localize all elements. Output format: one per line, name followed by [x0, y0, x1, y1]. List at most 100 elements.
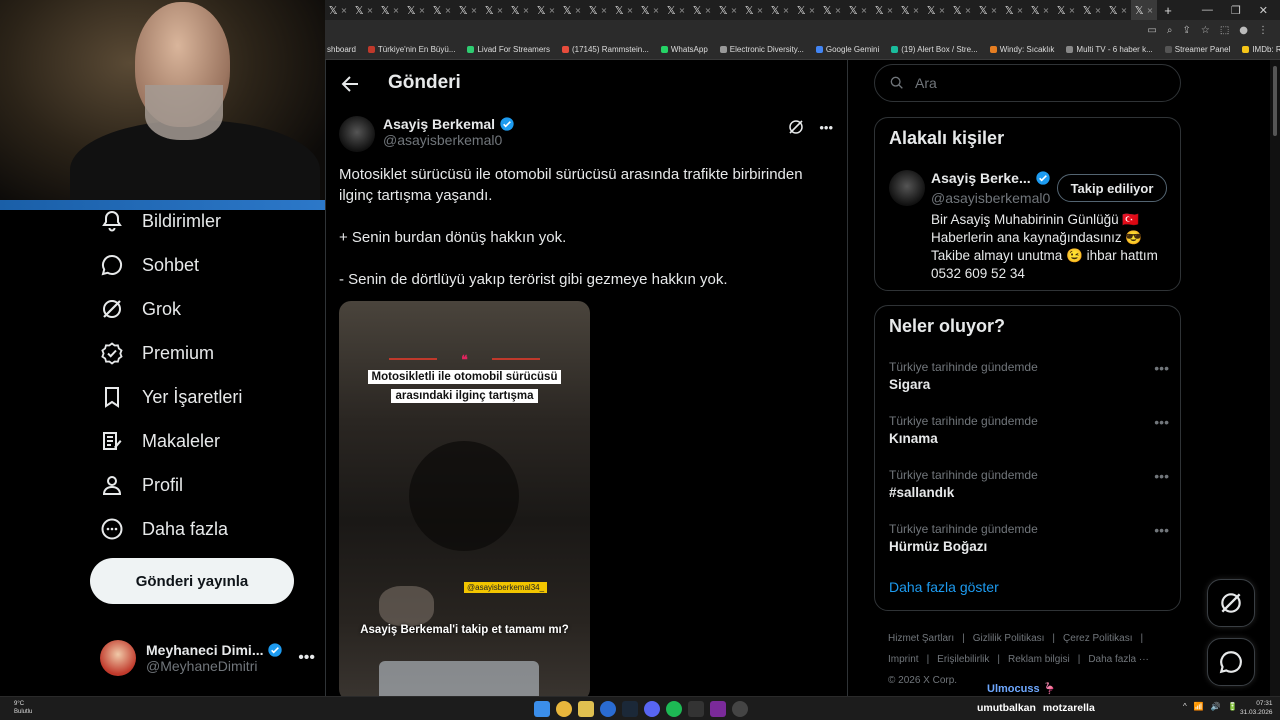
footer-link[interactable]: Daha fazla ··· — [1088, 654, 1149, 665]
nav-item-grok[interactable]: Grok — [100, 295, 181, 323]
share-icon[interactable]: ⇪ — [1182, 25, 1190, 36]
browser-tab[interactable]: 𝕏 × — [481, 0, 507, 20]
browser-tab[interactable]: 𝕏 × — [507, 0, 533, 20]
tweet-author[interactable]: Asayiş Berkemal @asayisberkemal0 — [339, 116, 515, 152]
network-icon[interactable]: 📶 — [1194, 702, 1204, 711]
close-tab-icon[interactable]: × — [445, 6, 452, 15]
author-handle[interactable]: @asayisberkemal0 — [383, 132, 515, 148]
maximize-button[interactable]: ❐ — [1231, 4, 1241, 17]
discord-icon[interactable] — [644, 701, 660, 717]
browser-tab[interactable]: 𝕏 × — [585, 0, 611, 20]
browser-tab[interactable]: 𝕏 × — [429, 0, 455, 20]
trend-item[interactable]: Türkiye tarihinde gündemde Hürmüz Boğazı •… — [889, 522, 1169, 554]
browser-tab[interactable]: 𝕏 × — [923, 0, 949, 20]
folder-icon[interactable] — [578, 701, 594, 717]
bookmark-item[interactable]: Multi TV - 6 haber k... — [1066, 45, 1153, 54]
nav-item-profil[interactable]: Profil — [100, 471, 183, 499]
close-tab-icon[interactable]: × — [627, 6, 634, 15]
close-tab-icon[interactable]: × — [991, 6, 998, 15]
nav-item-bildirimler[interactable]: Bildirimler — [100, 207, 221, 235]
nav-item-sohbet[interactable]: Sohbet — [100, 251, 199, 279]
messages-fab[interactable] — [1207, 638, 1255, 686]
nav-item-yer-i̇şaretleri[interactable]: Yer İşaretleri — [100, 383, 242, 411]
cast-icon[interactable]: ▭ — [1147, 25, 1156, 36]
close-tab-icon[interactable]: × — [653, 6, 660, 15]
obs-icon[interactable] — [732, 701, 748, 717]
app-icon[interactable] — [710, 701, 726, 717]
footer-link[interactable]: Imprint — [888, 654, 919, 665]
close-tab-icon[interactable]: × — [809, 6, 816, 15]
steam-icon[interactable] — [622, 701, 638, 717]
close-tab-icon[interactable]: × — [341, 6, 348, 15]
close-tab-icon[interactable]: × — [887, 6, 894, 15]
nav-item-daha-fazla[interactable]: Daha fazla — [100, 515, 228, 543]
close-tab-icon[interactable]: × — [549, 6, 556, 15]
close-tab-icon[interactable]: × — [835, 6, 842, 15]
bookmark-item[interactable]: IMDb: Ratings, Revi... — [1242, 45, 1280, 54]
close-tab-icon[interactable]: × — [939, 6, 946, 15]
bookmark-item[interactable]: (17145) Rammstein... — [561, 45, 649, 54]
close-tab-icon[interactable]: × — [1043, 6, 1050, 15]
browser-tab[interactable]: 𝕏 × — [767, 0, 793, 20]
browser-tab[interactable]: 𝕏 × — [715, 0, 741, 20]
browser-tab[interactable]: 𝕏 × — [949, 0, 975, 20]
browser-menu-icon[interactable]: ⋮ — [1258, 25, 1268, 36]
profile-avatar-icon[interactable]: ● — [1239, 25, 1248, 36]
close-tab-icon[interactable]: × — [913, 6, 920, 15]
bookmark-item[interactable]: Google Gemini — [815, 45, 879, 54]
footer-link[interactable]: Reklam bilgisi — [1008, 654, 1070, 665]
close-tab-icon[interactable]: × — [419, 6, 426, 15]
author-avatar[interactable] — [339, 116, 375, 152]
footer-link[interactable]: Erişilebilirlik — [937, 654, 989, 665]
star-icon[interactable]: ☆ — [1201, 25, 1210, 36]
minimize-button[interactable]: — — [1202, 4, 1213, 17]
close-tab-icon[interactable]: × — [1017, 6, 1024, 15]
related-name[interactable]: Asayiş Berke... — [931, 170, 1031, 186]
close-tab-icon[interactable]: × — [1095, 6, 1102, 15]
browser-tab[interactable]: 𝕏 × — [1001, 0, 1027, 20]
trend-item[interactable]: Türkiye tarihinde gündemde #sallandık ••• — [889, 468, 1169, 500]
bookmark-item[interactable]: Electronic Diversity... — [719, 45, 804, 54]
close-window-button[interactable]: ✕ — [1259, 4, 1268, 17]
browser-tab[interactable]: 𝕏 × — [793, 0, 819, 20]
search-input[interactable]: Ara — [874, 64, 1181, 102]
close-tab-icon[interactable]: × — [757, 6, 764, 15]
close-tab-icon[interactable]: × — [471, 6, 478, 15]
grok-icon[interactable] — [787, 118, 805, 136]
post-button[interactable]: Gönderi yayınla — [90, 558, 294, 604]
author-name[interactable]: Asayiş Berkemal — [383, 116, 495, 132]
tray-expand-icon[interactable]: ^ — [1183, 702, 1187, 711]
browser-tab[interactable]: 𝕏 × — [455, 0, 481, 20]
browser-tab[interactable]: 𝕏 × — [975, 0, 1001, 20]
avatar[interactable] — [889, 170, 925, 206]
browser-tab[interactable]: 𝕏 × — [611, 0, 637, 20]
nav-item-makaleler[interactable]: Makaleler — [100, 427, 220, 455]
browser-tab[interactable]: 𝕏 × — [533, 0, 559, 20]
bookmark-item[interactable]: Türkiye'nin En Büyü... — [367, 45, 455, 54]
system-clock[interactable]: 07:31 31.03.2026 — [1240, 699, 1273, 717]
nav-item-premium[interactable]: Premium — [100, 339, 214, 367]
close-tab-icon[interactable]: × — [393, 6, 400, 15]
browser-tab[interactable]: 𝕏 × — [559, 0, 585, 20]
browser-tab[interactable]: 𝕏 × — [689, 0, 715, 20]
trend-item[interactable]: Türkiye tarihinde gündemde Kınama ••• — [889, 414, 1169, 446]
browser-tab[interactable]: 𝕏 × — [325, 0, 351, 20]
bookmark-item[interactable]: WhatsApp — [660, 45, 708, 54]
close-tab-icon[interactable]: × — [965, 6, 972, 15]
spotify-icon[interactable] — [666, 701, 682, 717]
footer-link[interactable]: Hizmet Şartları — [888, 633, 954, 644]
browser-tab[interactable]: 𝕏 × — [1105, 0, 1131, 20]
system-tray[interactable]: ^ 📶 🔊 🔋 — [1183, 702, 1238, 711]
weather-widget[interactable]: 9°C Bulutlu — [14, 700, 32, 716]
browser-tab[interactable]: 𝕏 × — [1079, 0, 1105, 20]
close-tab-icon[interactable]: × — [783, 6, 790, 15]
related-handle[interactable]: @asayisberkemal0 — [931, 190, 1050, 206]
browser-tab[interactable]: 𝕏 × — [741, 0, 767, 20]
close-tab-icon[interactable]: × — [679, 6, 686, 15]
epic-games-icon[interactable] — [688, 701, 704, 717]
browser-tab[interactable]: 𝕏 × — [1027, 0, 1053, 20]
close-tab-icon[interactable]: × — [705, 6, 712, 15]
browser-tab[interactable]: 𝕏 × — [403, 0, 429, 20]
more-icon[interactable]: ••• — [1154, 522, 1169, 538]
footer-link[interactable]: Çerez Politikası — [1063, 633, 1132, 644]
